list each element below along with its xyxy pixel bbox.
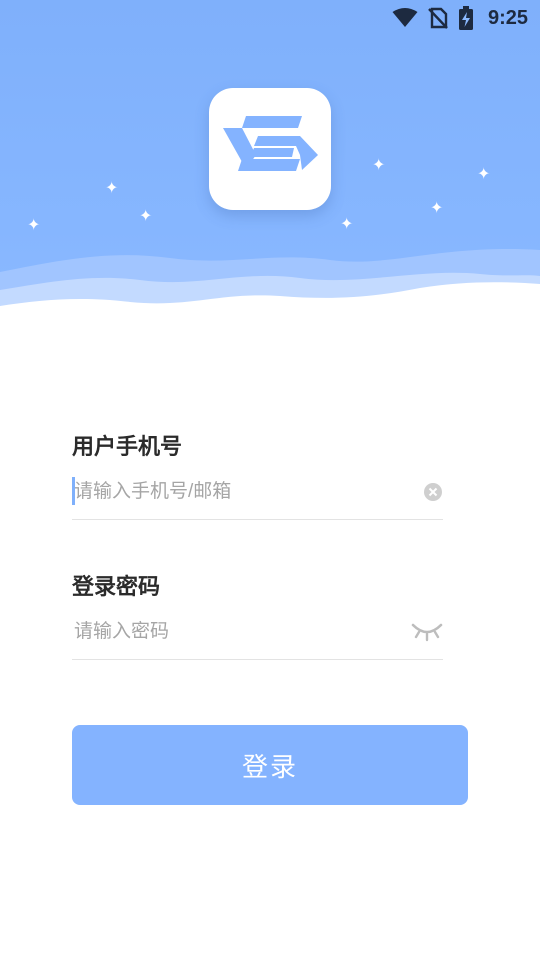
eye-closed-icon[interactable] <box>411 621 443 643</box>
password-field-row <box>72 604 443 660</box>
sparkle-icon: ✦ <box>372 155 386 174</box>
sparkle-icon: ✦ <box>139 206 153 225</box>
username-field-row <box>72 464 443 520</box>
sparkle-icon: ✦ <box>430 198 444 217</box>
login-form: 用户手机号 登录密码 <box>72 430 468 660</box>
header-banner: 9:25 ✦ ✦ ✦ ✦ ✦ ✦ ✦ <box>0 0 540 320</box>
clear-circle-icon[interactable] <box>423 482 443 502</box>
password-input[interactable] <box>72 611 402 652</box>
no-sim-icon <box>428 7 448 29</box>
text-caret <box>72 477 75 505</box>
password-label: 登录密码 <box>72 574 161 599</box>
sparkle-icon: ✦ <box>477 164 491 183</box>
username-label: 用户手机号 <box>72 434 183 459</box>
wifi-icon <box>392 8 418 28</box>
login-button[interactable]: 登录 <box>72 725 468 805</box>
status-bar: 9:25 <box>0 0 540 36</box>
wave-decoration <box>0 249 540 320</box>
battery-charging-icon <box>458 6 474 30</box>
username-input[interactable] <box>72 471 402 512</box>
app-logo <box>209 88 331 210</box>
sparkle-icon: ✦ <box>105 178 119 197</box>
app-logo-icon <box>220 114 320 184</box>
status-time: 9:25 <box>487 6 528 29</box>
